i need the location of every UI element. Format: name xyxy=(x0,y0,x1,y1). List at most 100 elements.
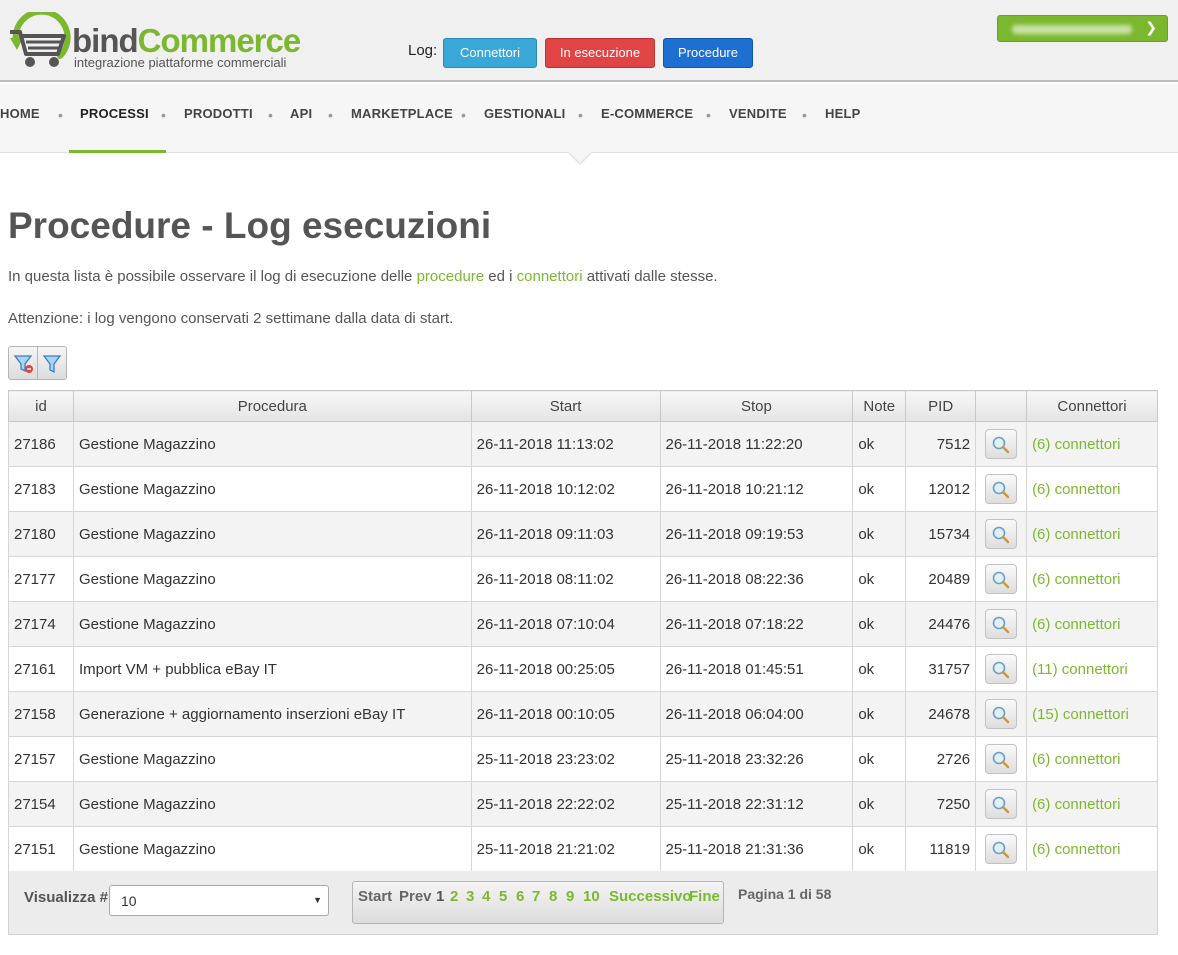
connettori-count-link[interactable]: (6) connettori xyxy=(1032,616,1120,633)
view-details-button[interactable] xyxy=(985,519,1018,549)
column-header-note[interactable]: Note xyxy=(852,390,907,422)
connettori-count-link[interactable]: (6) connettori xyxy=(1032,526,1120,543)
cell-connettori: (6) connettori xyxy=(1026,466,1158,512)
pager-page-10[interactable]: 10 xyxy=(583,888,600,905)
cell-pid: 7512 xyxy=(905,421,977,467)
table-row: 27180 Gestione Magazzino 26-11-2018 09:11:… xyxy=(8,511,1158,557)
cell-stop: 26-11-2018 07:18:22 xyxy=(659,601,854,647)
nav-item-processi[interactable]: PROCESSI xyxy=(80,106,149,121)
cell-note: ok xyxy=(852,466,907,512)
cell-view xyxy=(975,556,1028,602)
column-header-procedura[interactable]: Procedura xyxy=(72,390,472,422)
view-details-button[interactable] xyxy=(985,564,1018,594)
column-header-start[interactable]: Start xyxy=(470,390,661,422)
cell-start: 26-11-2018 08:11:02 xyxy=(470,556,661,602)
cell-start: 26-11-2018 00:25:05 xyxy=(470,646,661,692)
connettori-count-link[interactable]: (6) connettori xyxy=(1032,751,1120,768)
bindcommerce-logo[interactable]: bindCommerce integrazione piattaforme co… xyxy=(8,10,301,74)
table-row: 27183 Gestione Magazzino 26-11-2018 10:12:… xyxy=(8,466,1158,512)
pager-page-6[interactable]: 6 xyxy=(516,888,524,905)
cell-stop: 26-11-2018 01:45:51 xyxy=(659,646,854,692)
nav-item-help[interactable]: HELP xyxy=(825,106,860,121)
nav-separator: • xyxy=(461,107,466,123)
view-details-button[interactable] xyxy=(985,699,1018,729)
connettori-count-link[interactable]: (6) connettori xyxy=(1032,796,1120,813)
view-details-button[interactable] xyxy=(985,429,1018,459)
cell-start: 25-11-2018 23:23:02 xyxy=(470,736,661,782)
cell-start: 25-11-2018 22:22:02 xyxy=(470,781,661,827)
nav-item-gestionali[interactable]: GESTIONALI xyxy=(484,106,565,121)
magnifier-icon xyxy=(992,616,1010,634)
filter-button[interactable] xyxy=(38,347,67,379)
view-details-button[interactable] xyxy=(985,474,1018,504)
view-details-button[interactable] xyxy=(985,744,1018,774)
pager-end[interactable]: Fine xyxy=(689,888,720,905)
nav-item-vendite[interactable]: VENDITE xyxy=(729,106,787,121)
connettori-count-link[interactable]: (15) connettori xyxy=(1032,706,1129,723)
column-header-actions xyxy=(975,390,1028,422)
column-header-id[interactable]: id xyxy=(8,390,74,422)
cell-pid: 31757 xyxy=(905,646,977,692)
connettori-count-link[interactable]: (6) connettori xyxy=(1032,436,1120,453)
connettori-count-link[interactable]: (6) connettori xyxy=(1032,481,1120,498)
cell-connettori: (6) connettori xyxy=(1026,826,1158,872)
pager-page-4[interactable]: 4 xyxy=(482,888,490,905)
cell-id: 27154 xyxy=(8,781,74,827)
connettori-count-link[interactable]: (6) connettori xyxy=(1032,841,1120,858)
cell-note: ok xyxy=(852,556,907,602)
pager-page-2[interactable]: 2 xyxy=(450,888,458,905)
page-size-value: 10 xyxy=(121,893,137,909)
cell-view xyxy=(975,646,1028,692)
cell-note: ok xyxy=(852,646,907,692)
cell-stop: 26-11-2018 11:22:20 xyxy=(659,421,854,467)
nav-separator: • xyxy=(58,107,63,123)
page-size-select[interactable]: 10 ▼ xyxy=(109,885,329,916)
cell-connettori: (15) connettori xyxy=(1026,691,1158,737)
table-row: 27174 Gestione Magazzino 26-11-2018 07:10:… xyxy=(8,601,1158,647)
table-row: 27177 Gestione Magazzino 26-11-2018 08:11:… xyxy=(8,556,1158,602)
cell-note: ok xyxy=(852,736,907,782)
log-in-esecuzione-button[interactable]: In esecuzione xyxy=(545,38,655,68)
table-row: 27154 Gestione Magazzino 25-11-2018 22:22:… xyxy=(8,781,1158,827)
view-details-button[interactable] xyxy=(985,654,1018,684)
cell-connettori: (6) connettori xyxy=(1026,421,1158,467)
cell-view xyxy=(975,601,1028,647)
log-procedure-button[interactable]: Procedure xyxy=(663,38,753,68)
pager-page-3[interactable]: 3 xyxy=(466,888,474,905)
cell-connettori: (6) connettori xyxy=(1026,601,1158,647)
cell-id: 27180 xyxy=(8,511,74,557)
procedure-log-table: id Procedura Start Stop Note PID Connett… xyxy=(8,390,1158,872)
cell-start: 26-11-2018 11:13:02 xyxy=(470,421,661,467)
nav-item-prodotti[interactable]: PRODOTTI xyxy=(184,106,253,121)
pager-page-7[interactable]: 7 xyxy=(532,888,540,905)
pager-page-9[interactable]: 9 xyxy=(566,888,574,905)
pager-page-8[interactable]: 8 xyxy=(549,888,557,905)
user-menu-dropdown[interactable]: ❯ xyxy=(997,15,1168,42)
column-header-connettori[interactable]: Connettori xyxy=(1026,390,1158,422)
log-connettori-button[interactable]: Connettori xyxy=(443,38,537,68)
view-details-button[interactable] xyxy=(985,834,1018,864)
cell-connettori: (6) connettori xyxy=(1026,511,1158,557)
pager-page-5[interactable]: 5 xyxy=(499,888,507,905)
connettori-link[interactable]: connettori xyxy=(517,268,583,285)
cell-stop: 25-11-2018 21:31:36 xyxy=(659,826,854,872)
connettori-count-link[interactable]: (11) connettori xyxy=(1032,661,1128,678)
cell-start: 26-11-2018 07:10:04 xyxy=(470,601,661,647)
procedure-link[interactable]: procedure xyxy=(417,268,485,285)
nav-item-marketplace[interactable]: MARKETPLACE xyxy=(351,106,453,121)
view-details-button[interactable] xyxy=(985,789,1018,819)
cell-id: 27151 xyxy=(8,826,74,872)
column-header-pid[interactable]: PID xyxy=(905,390,977,422)
cell-note: ok xyxy=(852,826,907,872)
nav-item-e-commerce[interactable]: E-COMMERCE xyxy=(601,106,693,121)
pager-next[interactable]: Successivo xyxy=(609,888,692,905)
view-details-button[interactable] xyxy=(985,609,1018,639)
clear-filter-button[interactable] xyxy=(9,347,38,379)
nav-item-home[interactable]: HOME xyxy=(0,106,40,121)
column-header-stop[interactable]: Stop xyxy=(659,390,854,422)
nav-item-api[interactable]: API xyxy=(290,106,312,121)
magnifier-icon xyxy=(992,796,1010,814)
magnifier-icon xyxy=(992,481,1010,499)
filter-icon xyxy=(42,355,62,374)
connettori-count-link[interactable]: (6) connettori xyxy=(1032,571,1120,588)
